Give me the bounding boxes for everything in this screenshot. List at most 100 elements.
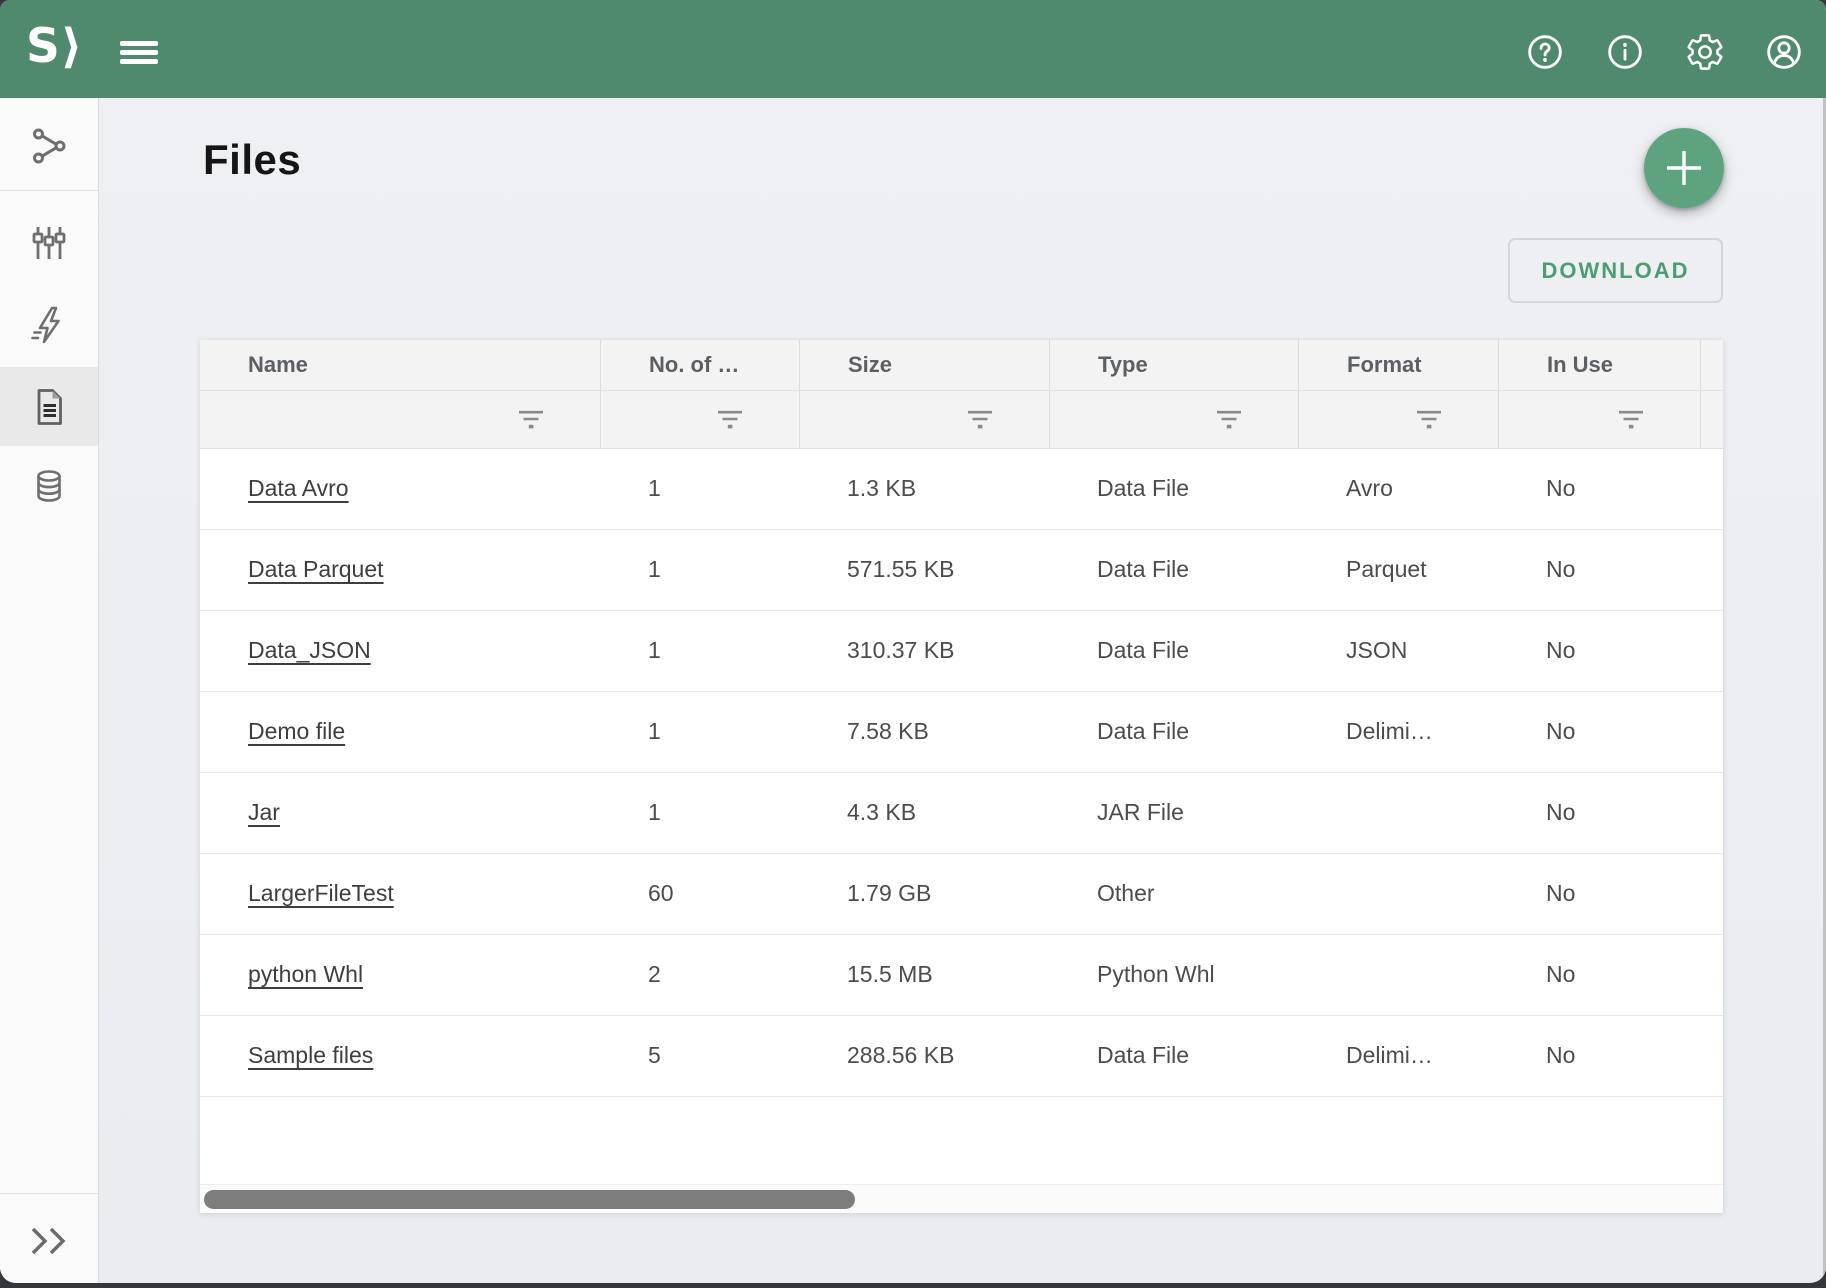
settings-gear-icon[interactable] (1685, 32, 1725, 72)
filter-button-name[interactable] (200, 391, 600, 448)
table-body: Data Avro11.3 KBData FileAvroNoData Parq… (200, 449, 1723, 1097)
cell-name: Data Avro (200, 449, 600, 529)
table-filter-row (200, 390, 1723, 449)
file-name-link[interactable]: LargerFileTest (248, 880, 394, 906)
cell-name: python Whl (200, 935, 600, 1015)
info-icon[interactable] (1605, 32, 1645, 72)
horizontal-scrollbar-thumb[interactable] (204, 1190, 855, 1209)
main-content: Files DOWNLOAD NameNo. of …SizeTypeForma… (99, 98, 1826, 1283)
sidebar-item-topology[interactable] (0, 106, 98, 186)
cell-format: Delimi… (1298, 1016, 1498, 1096)
cell-in_use: No (1498, 530, 1700, 610)
column-spacer (1700, 449, 1748, 529)
cell-format: Delimi… (1298, 692, 1498, 772)
cell-in_use: No (1498, 692, 1700, 772)
filter-icon (717, 410, 743, 430)
filter-button-in_use[interactable] (1498, 391, 1700, 448)
column-spacer (1700, 530, 1748, 610)
cell-type: Data File (1049, 530, 1298, 610)
column-header-count[interactable]: No. of … (600, 340, 799, 390)
page-title: Files (203, 136, 301, 184)
cell-count: 2 (600, 935, 799, 1015)
cell-in_use: No (1498, 449, 1700, 529)
filter-icon (967, 410, 993, 430)
cell-type: Data File (1049, 611, 1298, 691)
cell-size: 571.55 KB (799, 530, 1049, 610)
file-name-link[interactable]: Data_JSON (248, 637, 371, 663)
column-spacer (1700, 854, 1748, 934)
filter-button-count[interactable] (600, 391, 799, 448)
table-row[interactable]: Data Avro11.3 KBData FileAvroNo (200, 449, 1723, 530)
cell-count: 1 (600, 449, 799, 529)
cell-size: 310.37 KB (799, 611, 1049, 691)
column-header-size[interactable]: Size (799, 340, 1049, 390)
cell-format: JSON (1298, 611, 1498, 691)
filter-button-format[interactable] (1298, 391, 1498, 448)
cell-count: 1 (600, 773, 799, 853)
file-name-link[interactable]: Jar (248, 799, 280, 825)
table-row[interactable]: Demo file17.58 KBData FileDelimi…No (200, 692, 1723, 773)
cell-format (1298, 935, 1498, 1015)
cell-type: Data File (1049, 692, 1298, 772)
cell-count: 1 (600, 692, 799, 772)
sliders-icon (27, 221, 71, 265)
cell-count: 60 (600, 854, 799, 934)
cell-count: 1 (600, 611, 799, 691)
cell-type: Other (1049, 854, 1298, 934)
cell-name: Sample files (200, 1016, 600, 1096)
file-name-link[interactable]: python Whl (248, 961, 363, 987)
column-spacer (1700, 340, 1749, 390)
filter-icon (1416, 410, 1442, 430)
table-row[interactable]: Jar 14.3 KBJAR File No (200, 773, 1723, 854)
column-spacer (1700, 391, 1757, 448)
cell-in_use: No (1498, 1016, 1700, 1096)
cell-format: Parquet (1298, 530, 1498, 610)
sidebar-item-jobs[interactable] (0, 285, 98, 365)
cell-type: Data File (1049, 449, 1298, 529)
cell-format: Avro (1298, 449, 1498, 529)
cell-size: 1.79 GB (799, 854, 1049, 934)
account-icon[interactable] (1764, 32, 1804, 72)
table-row[interactable]: python Whl215.5 MBPython WhlNo (200, 935, 1723, 1016)
cell-type: Python Whl (1049, 935, 1298, 1015)
sidebar-item-parameters[interactable] (0, 203, 98, 283)
table-row[interactable]: LargerFileTest 601.79 GBOther No (200, 854, 1723, 935)
cell-name: LargerFileTest (200, 854, 600, 934)
file-name-link[interactable]: Data Avro (248, 475, 349, 501)
topology-icon (27, 124, 71, 168)
file-name-link[interactable]: Data Parquet (248, 556, 384, 582)
column-header-type[interactable]: Type (1049, 340, 1298, 390)
cell-name: Data_JSON (200, 611, 600, 691)
column-spacer (1700, 692, 1748, 772)
document-icon (27, 385, 71, 429)
sidebar-item-connections[interactable] (0, 447, 98, 527)
sidebar-expand-button[interactable] (0, 1208, 98, 1273)
filter-button-type[interactable] (1049, 391, 1298, 448)
column-header-format[interactable]: Format (1298, 340, 1498, 390)
column-header-name[interactable]: Name (200, 340, 600, 390)
table-row[interactable]: Data_JSON1310.37 KBData FileJSONNo (200, 611, 1723, 692)
help-icon[interactable] (1525, 32, 1565, 72)
cell-type: JAR File (1049, 773, 1298, 853)
table-header-row: NameNo. of …SizeTypeFormatIn Use (200, 340, 1723, 390)
hamburger-menu-icon[interactable] (120, 41, 158, 63)
file-name-link[interactable]: Sample files (248, 1042, 373, 1068)
file-name-link[interactable]: Demo file (248, 718, 345, 744)
database-icon (27, 465, 71, 509)
cell-size: 4.3 KB (799, 773, 1049, 853)
horizontal-scrollbar-track[interactable] (200, 1184, 1723, 1213)
cell-in_use: No (1498, 773, 1700, 853)
table-row[interactable]: Data Parquet 1571.55 KBData FileParquetNo (200, 530, 1723, 611)
cell-format (1298, 854, 1498, 934)
cell-in_use: No (1498, 854, 1700, 934)
column-spacer (1700, 773, 1748, 853)
sidebar-divider (0, 190, 98, 191)
table-row[interactable]: Sample files5288.56 KBData FileDelimi…No (200, 1016, 1723, 1097)
cell-count: 1 (600, 530, 799, 610)
add-file-button[interactable] (1644, 128, 1724, 208)
download-button[interactable]: DOWNLOAD (1508, 238, 1723, 303)
column-spacer (1700, 611, 1748, 691)
filter-button-size[interactable] (799, 391, 1049, 448)
column-header-in_use[interactable]: In Use (1498, 340, 1700, 390)
sidebar-item-files-selected[interactable] (0, 367, 98, 446)
